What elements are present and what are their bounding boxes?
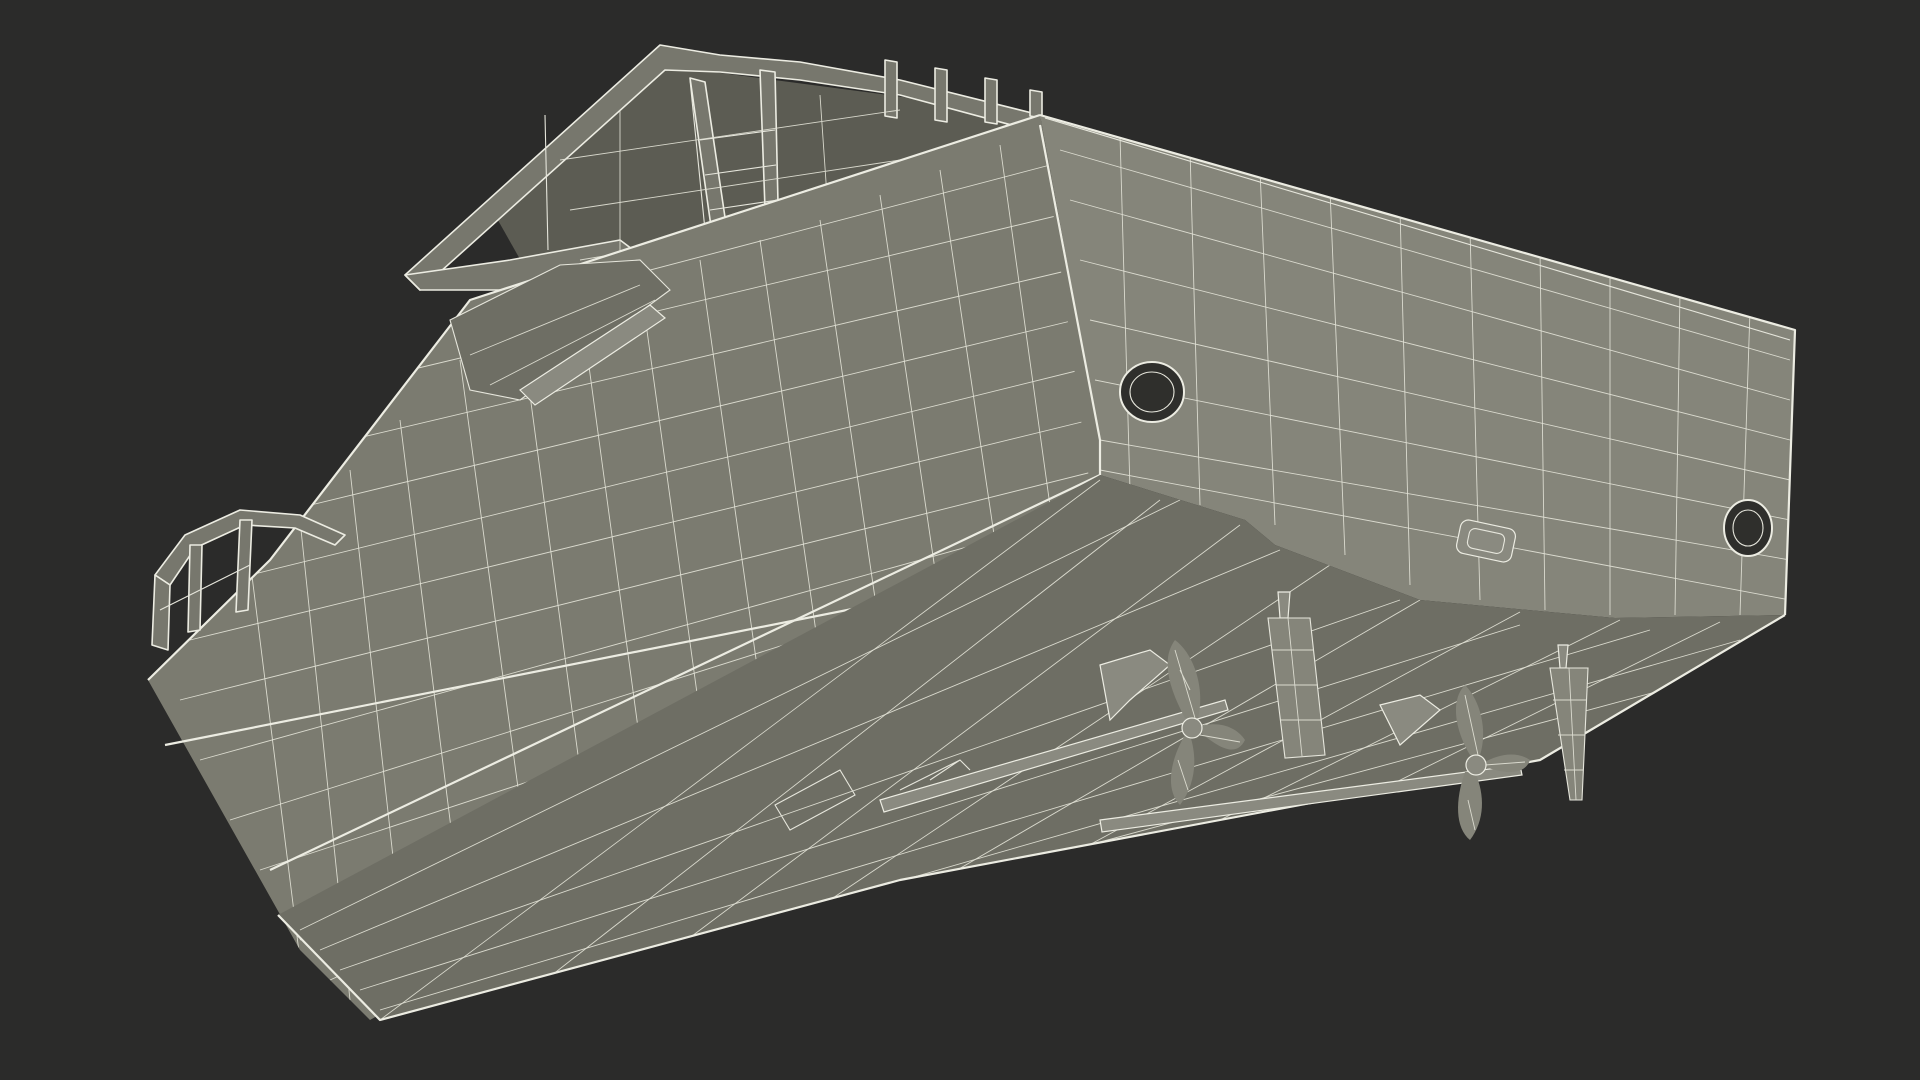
3d-viewport[interactable]	[0, 0, 1920, 1080]
boat-wireframe-model[interactable]	[0, 0, 1920, 1080]
exhaust-port-left	[1119, 361, 1185, 423]
exhaust-port-right	[1723, 499, 1773, 557]
